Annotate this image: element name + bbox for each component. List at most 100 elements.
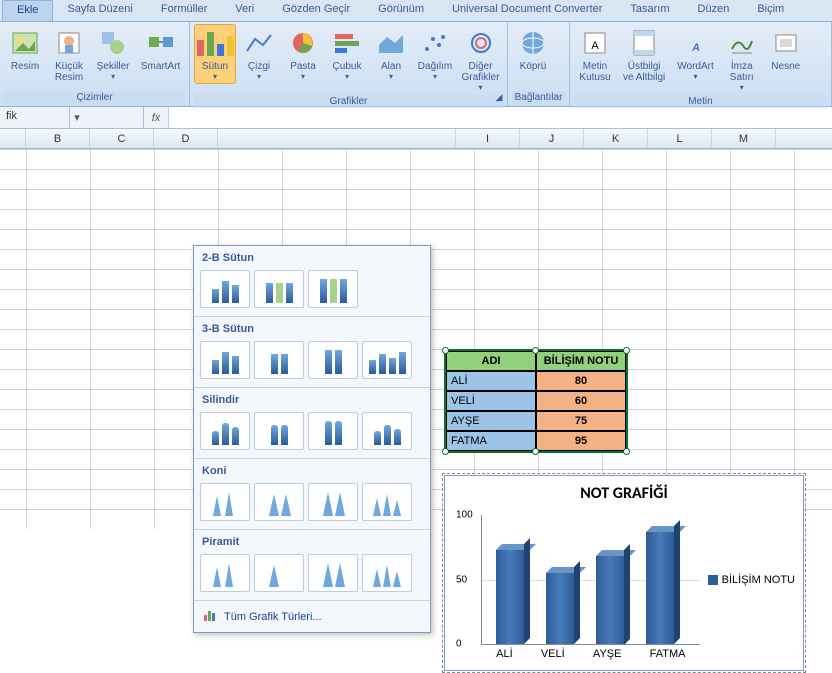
signature-icon [726, 27, 758, 59]
dd-section-title: Piramit [200, 532, 424, 552]
y-tick: 100 [456, 510, 473, 521]
group-label-charts: Grafikler [194, 95, 503, 108]
tab-bicim[interactable]: Biçim [743, 0, 798, 21]
select-all[interactable] [0, 129, 26, 148]
col-header[interactable]: K [584, 129, 648, 148]
name-box[interactable]: fik [0, 107, 70, 128]
chart-type-100-stacked-pyramid[interactable] [308, 554, 358, 592]
headerfooter-icon [628, 27, 660, 59]
signature-button[interactable]: İmza Satırı▾ [721, 24, 763, 95]
chart-type-100-stacked-cylinder[interactable] [308, 412, 358, 450]
clipart-icon [53, 27, 85, 59]
shapes-button[interactable]: Şekiller▾ [92, 24, 134, 84]
tab-tasarim[interactable]: Tasarım [616, 0, 683, 21]
col-header[interactable]: L [648, 129, 712, 148]
chart-type-stacked-cylinder[interactable] [254, 412, 304, 450]
chart-type-stacked-column-2d[interactable] [254, 270, 304, 308]
object-icon [770, 27, 802, 59]
col-header[interactable]: J [520, 129, 584, 148]
data-table[interactable]: ADIBİLİŞİM NOTU ALİ80 VELİ60 AYŞE75 FATM… [444, 349, 628, 453]
chart-bar[interactable] [546, 573, 574, 644]
table-cell[interactable]: 75 [536, 411, 626, 431]
chart-type-pyramid-3d[interactable] [362, 554, 412, 592]
table-cell[interactable]: AYŞE [446, 411, 536, 431]
chart-bar[interactable] [596, 556, 624, 645]
hyperlink-button[interactable]: Köprü [512, 24, 554, 75]
chart-type-cylinder-3d[interactable] [362, 412, 412, 450]
chart-type-100-stacked-column-2d[interactable] [308, 270, 358, 308]
wordart-icon: A [680, 27, 712, 59]
scatter-chart-icon [419, 27, 451, 59]
bar-chart-icon [331, 27, 363, 59]
col-header[interactable]: D [154, 129, 218, 148]
col-header[interactable] [218, 129, 456, 148]
chart-type-clustered-cylinder[interactable] [200, 412, 250, 450]
tab-sayfa-duzeni[interactable]: Sayfa Düzeni [53, 0, 146, 21]
clipart-button[interactable]: Küçük Resim [48, 24, 90, 86]
fx-icon[interactable]: fx [144, 112, 168, 124]
dd-section-title: 2-B Sütun [200, 248, 424, 268]
dd-section-title: 3-B Sütun [200, 319, 424, 339]
hyperlink-icon [517, 27, 549, 59]
tab-formuller[interactable]: Formüller [147, 0, 221, 21]
chart-type-clustered-column-3d[interactable] [200, 341, 250, 379]
headerfooter-button[interactable]: Üstbilgi ve Altbilgi [618, 24, 670, 86]
chart-plot-area[interactable]: 100 50 0 ALİVELİAYŞEFATMA [481, 515, 700, 645]
table-cell[interactable]: 60 [536, 391, 626, 411]
line-chart-icon [243, 27, 275, 59]
chart-type-clustered-cone[interactable] [200, 483, 250, 521]
table-cell[interactable]: ALİ [446, 371, 536, 391]
col-header[interactable]: M [712, 129, 776, 148]
all-chart-types[interactable]: Tüm Grafik Türleri... [194, 600, 430, 632]
chart-title[interactable]: NOT GRAFİĞİ [445, 476, 803, 511]
smartart-button[interactable]: SmartArt [136, 24, 185, 75]
scatter-chart-button[interactable]: Dağılım▾ [414, 24, 456, 84]
tab-gorunum[interactable]: Görünüm [364, 0, 438, 21]
worksheet[interactable]: 2-B Sütun 3-B Sütun Silindir [0, 149, 832, 529]
area-chart-icon [375, 27, 407, 59]
tab-duzen[interactable]: Düzen [684, 0, 744, 21]
col-header[interactable]: I [456, 129, 520, 148]
column-chart-button[interactable]: Sütun▾ [194, 24, 236, 84]
chart-type-stacked-cone[interactable] [254, 483, 304, 521]
ribbon: Resim Küçük Resim Şekiller▾ SmartArt Çiz… [0, 22, 832, 107]
ribbon-tabs: Ekle Sayfa Düzeni Formüller Veri Gözden … [0, 0, 832, 22]
chart-type-clustered-column-2d[interactable] [200, 270, 250, 308]
col-header[interactable]: B [26, 129, 90, 148]
chart-type-cone-3d[interactable] [362, 483, 412, 521]
tab-udc[interactable]: Universal Document Converter [438, 0, 616, 21]
other-charts-button[interactable]: Diğer Grafikler▾ [458, 24, 503, 95]
textbox-button[interactable]: AMetin Kutusu [574, 24, 616, 86]
table-cell[interactable]: 80 [536, 371, 626, 391]
chart-type-stacked-pyramid[interactable] [254, 554, 304, 592]
tab-gozden-gecir[interactable]: Gözden Geçir [268, 0, 364, 21]
chart-type-100-stacked-cone[interactable] [308, 483, 358, 521]
dd-section-title: Silindir [200, 390, 424, 410]
chart-type-stacked-column-3d[interactable] [254, 341, 304, 379]
pie-chart-button[interactable]: Pasta▾ [282, 24, 324, 84]
formula-input[interactable] [168, 107, 832, 128]
chart-bar[interactable] [496, 550, 524, 644]
tab-veri[interactable]: Veri [221, 0, 268, 21]
bar-chart-button[interactable]: Çubuk▾ [326, 24, 368, 84]
wordart-button[interactable]: AWordArt▾ [672, 24, 719, 84]
chart-type-100-stacked-column-3d[interactable] [308, 341, 358, 379]
embedded-chart[interactable]: NOT GRAFİĞİ 100 50 0 ALİVELİAYŞEFATMA Bİ… [444, 475, 804, 671]
y-tick: 0 [456, 639, 462, 650]
object-button[interactable]: Nesne [765, 24, 807, 75]
col-header[interactable]: C [90, 129, 154, 148]
tab-ekle[interactable]: Ekle [2, 0, 53, 21]
table-cell[interactable]: VELİ [446, 391, 536, 411]
x-tick: ALİ [496, 648, 513, 660]
chart-type-clustered-pyramid[interactable] [200, 554, 250, 592]
chart-type-column-3d[interactable] [362, 341, 412, 379]
area-chart-button[interactable]: Alan▾ [370, 24, 412, 84]
line-chart-button[interactable]: Çizgi▾ [238, 24, 280, 84]
table-cell[interactable]: 95 [536, 431, 626, 451]
picture-button[interactable]: Resim [4, 24, 46, 75]
legend-swatch [708, 575, 718, 585]
chart-legend[interactable]: BİLİŞİM NOTU [708, 574, 795, 586]
charts-dialog-launcher[interactable]: ◢ [493, 92, 505, 104]
table-cell[interactable]: FATMA [446, 431, 536, 451]
chart-bar[interactable] [646, 532, 674, 644]
